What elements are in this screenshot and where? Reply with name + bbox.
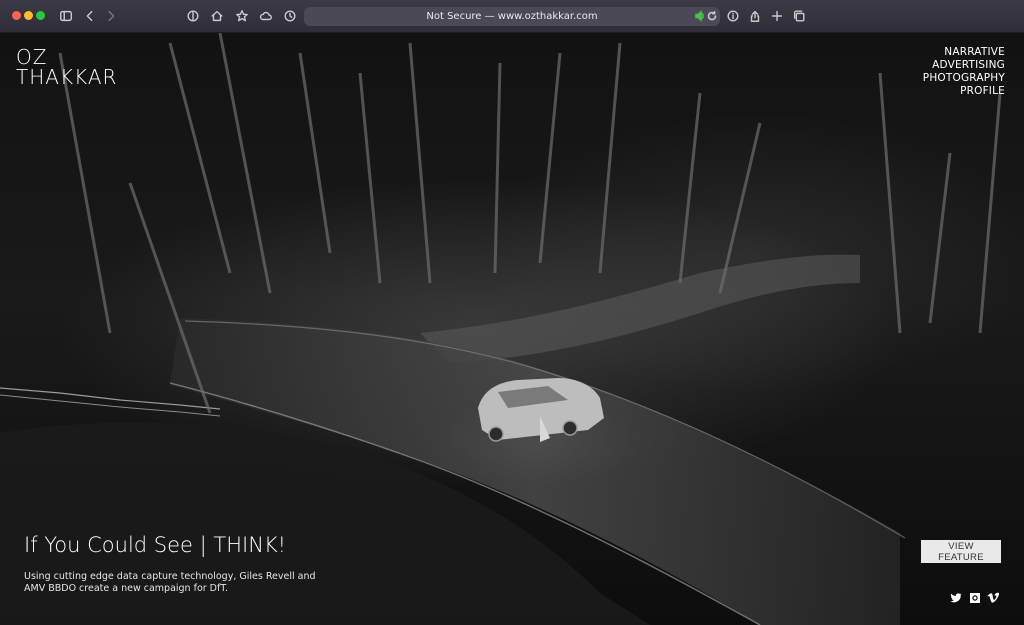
- speaker-icon[interactable]: [694, 10, 706, 25]
- logo-line-1: OZ: [16, 45, 48, 69]
- feature-description: Using cutting edge data capture technolo…: [24, 571, 316, 594]
- nav-item-advertising[interactable]: ADVERTISING: [923, 59, 1005, 72]
- forward-icon[interactable]: [103, 8, 119, 24]
- vimeo-icon[interactable]: [987, 589, 1000, 603]
- view-feature-button[interactable]: VIEW FEATURE: [921, 540, 1001, 563]
- instagram-icon[interactable]: [969, 589, 981, 603]
- home-icon[interactable]: [209, 8, 225, 24]
- cloud-icon[interactable]: [258, 8, 274, 24]
- plus-icon[interactable]: [769, 8, 785, 24]
- info-icon[interactable]: [725, 8, 741, 24]
- nav-item-narrative[interactable]: NARRATIVE: [923, 46, 1005, 59]
- sidebar-icon[interactable]: [58, 8, 74, 24]
- site-logo[interactable]: OZ THAKKAR: [16, 47, 117, 87]
- twitter-icon[interactable]: [950, 589, 962, 603]
- nav-item-photography[interactable]: PHOTOGRAPHY: [923, 72, 1005, 85]
- browser-toolbar: Not Secure — www.ozthakkar.com: [0, 0, 1024, 33]
- logo-line-2: THAKKAR: [16, 65, 118, 89]
- shield-icon[interactable]: [185, 8, 201, 24]
- zoom-window-button[interactable]: [36, 11, 45, 20]
- main-nav: NARRATIVE ADVERTISING PHOTOGRAPHY PROFIL…: [923, 46, 1005, 98]
- star-icon[interactable]: [234, 8, 250, 24]
- nav-item-profile[interactable]: PROFILE: [923, 85, 1005, 98]
- back-icon[interactable]: [82, 8, 98, 24]
- share-icon[interactable]: [747, 8, 763, 24]
- tabs-icon[interactable]: [791, 8, 807, 24]
- hero-section: OZ THAKKAR NARRATIVE ADVERTISING PHOTOGR…: [0, 33, 1024, 625]
- feature-title: If You Could See | THINK!: [24, 533, 287, 557]
- close-window-button[interactable]: [12, 11, 21, 20]
- url-text: Not Secure — www.ozthakkar.com: [426, 11, 598, 22]
- minimize-window-button[interactable]: [24, 11, 33, 20]
- reload-icon[interactable]: [706, 10, 718, 25]
- clock-icon[interactable]: [282, 8, 298, 24]
- address-bar[interactable]: Not Secure — www.ozthakkar.com: [304, 7, 720, 26]
